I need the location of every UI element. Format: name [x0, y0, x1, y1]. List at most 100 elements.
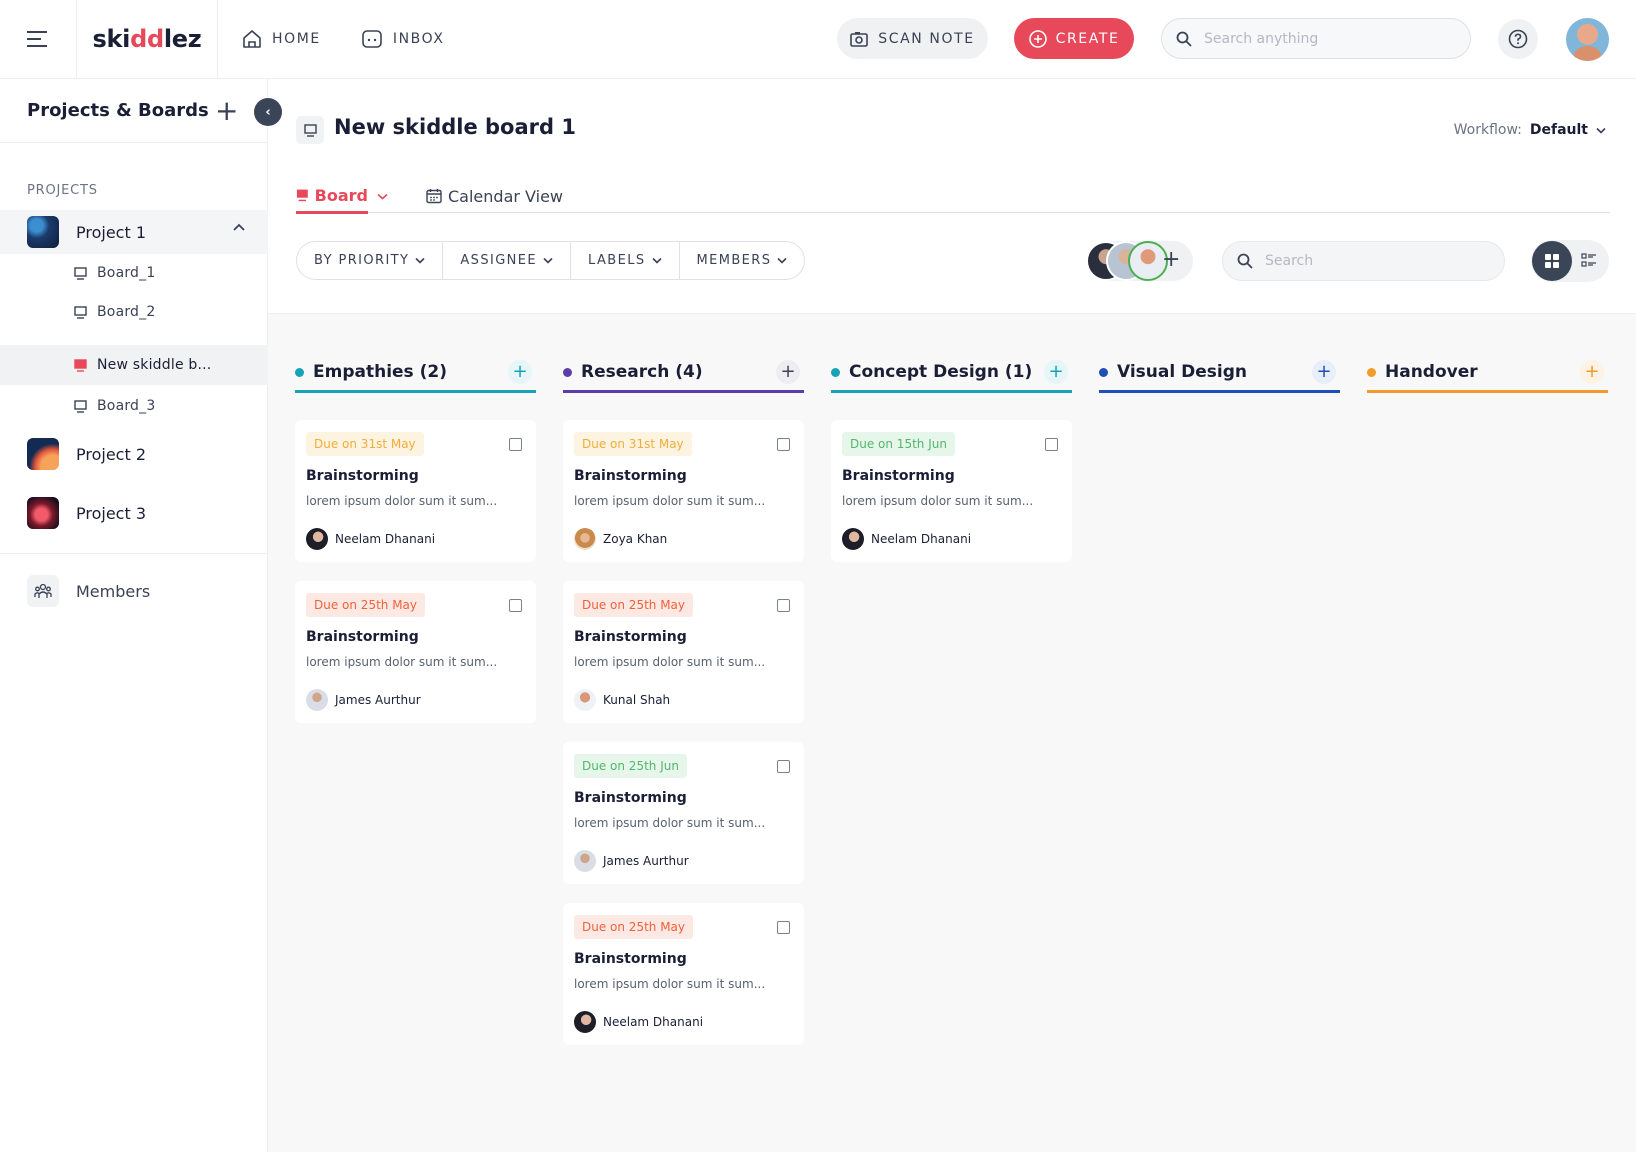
sidebar-board-3[interactable]: Board_3	[0, 386, 268, 426]
global-search-input[interactable]: Search anything	[1161, 18, 1471, 59]
due-badge: Due on 25th May	[574, 915, 694, 939]
grid-icon	[1545, 254, 1559, 268]
add-card-button[interactable]: +	[1312, 360, 1336, 384]
view-toggle	[1531, 240, 1609, 282]
card-checkbox[interactable]	[509, 438, 522, 451]
nav-home-label: HOME	[272, 31, 321, 47]
filter-label: LABELS	[588, 253, 646, 268]
sidebar-project-label: Project 3	[76, 503, 147, 523]
card-checkbox[interactable]	[777, 599, 790, 612]
add-card-button[interactable]: +	[1044, 360, 1068, 384]
assignee-name: James Aurthur	[335, 693, 421, 707]
column-underline	[563, 390, 804, 393]
avatar	[842, 528, 864, 550]
workflow-value: Default	[1529, 122, 1588, 138]
card-checkbox[interactable]	[777, 438, 790, 451]
task-card[interactable]: Due on 15th Jun Brainstorming lorem ipsu…	[831, 420, 1072, 562]
assignee-name: Neelam Dhanani	[335, 532, 436, 546]
column-header: Empathies (2) +	[295, 352, 536, 392]
project-thumbnail	[27, 438, 59, 470]
inbox-icon	[362, 30, 382, 48]
collapse-sidebar-button[interactable]: ‹	[254, 98, 282, 126]
logo[interactable]: ski dd lez	[77, 0, 218, 79]
task-card[interactable]: Due on 25th Jun Brainstorming lorem ipsu…	[563, 742, 804, 884]
column-dot	[295, 367, 304, 377]
filter-labels[interactable]: LABELS	[571, 242, 680, 279]
filter-assignee[interactable]: ASSIGNEE	[443, 242, 572, 279]
board-icon	[296, 189, 308, 202]
add-card-button[interactable]: +	[508, 360, 532, 384]
tab-board[interactable]: Board	[296, 179, 368, 214]
chevron-down-icon	[651, 257, 662, 264]
card-description: lorem ipsum dolor sum it sum...	[574, 494, 766, 508]
card-title: Brainstorming	[574, 790, 687, 806]
card-description: lorem ipsum dolor sum it sum...	[306, 655, 498, 669]
tab-calendar[interactable]: Calendar View	[426, 179, 563, 213]
sidebar-header: Projects & Boards + ‹	[0, 79, 282, 143]
task-card[interactable]: Due on 25th May Brainstorming lorem ipsu…	[563, 903, 804, 1045]
card-assignee: James Aurthur	[306, 689, 421, 711]
sidebar-project-3[interactable]: Project 3	[0, 491, 268, 535]
top-bar: ski dd lez HOME INBOX SCAN NOTE CREATE Sea…	[0, 0, 1636, 79]
assignee-name: Neelam Dhanani	[603, 1015, 704, 1029]
help-button[interactable]	[1498, 19, 1538, 59]
projects-section-label: PROJECTS	[27, 183, 98, 198]
card-assignee: Kunal Shah	[574, 689, 670, 711]
sidebar-board-1[interactable]: Board_1	[0, 253, 268, 293]
due-badge: Due on 15th Jun	[842, 432, 955, 456]
due-badge: Due on 25th Jun	[574, 754, 687, 778]
card-checkbox[interactable]	[777, 921, 790, 934]
sidebar: Projects & Boards + ‹ PROJECTS Project 1…	[0, 79, 282, 1152]
task-card[interactable]: Due on 25th May Brainstorming lorem ipsu…	[295, 581, 536, 723]
card-checkbox[interactable]	[777, 760, 790, 773]
project-thumbnail	[27, 216, 59, 248]
card-description: lorem ipsum dolor sum it sum...	[574, 977, 766, 991]
filter-priority[interactable]: BY PRIORITY	[297, 242, 444, 279]
plus-circle-icon	[1028, 29, 1047, 48]
assignee-name: Zoya Khan	[603, 532, 668, 546]
add-card-button[interactable]: +	[1580, 360, 1604, 384]
board-icon	[74, 399, 87, 413]
grid-view-button[interactable]	[1532, 241, 1572, 281]
workflow-selector[interactable]: Workflow: Default	[1454, 122, 1606, 138]
task-card[interactable]: Due on 31st May Brainstorming lorem ipsu…	[563, 420, 804, 562]
members-icon	[27, 575, 59, 607]
board-members-avatars[interactable]: +	[1086, 241, 1193, 281]
assignee-name: Kunal Shah	[603, 693, 671, 707]
add-project-button[interactable]: +	[215, 97, 238, 125]
column-dot	[563, 367, 572, 377]
add-card-button[interactable]: +	[776, 360, 800, 384]
sidebar-members[interactable]: Members	[27, 575, 150, 607]
card-description: lorem ipsum dolor sum it sum...	[306, 494, 498, 508]
menu-button[interactable]	[0, 0, 77, 79]
task-card[interactable]: Due on 31st May Brainstorming lorem ipsu…	[295, 420, 536, 562]
camera-icon	[850, 31, 869, 47]
add-member-button[interactable]: +	[1162, 249, 1180, 271]
assignee-name: Neelam Dhanani	[871, 532, 972, 546]
task-card[interactable]: Due on 25th May Brainstorming lorem ipsu…	[563, 581, 804, 723]
card-checkbox[interactable]	[1045, 438, 1058, 451]
filter-label: BY PRIORITY	[314, 253, 410, 268]
sidebar-project-1[interactable]: Project 1	[0, 210, 268, 254]
list-view-icon[interactable]	[1581, 252, 1597, 268]
chevron-down-icon[interactable]	[377, 193, 388, 200]
sidebar-divider	[0, 553, 268, 554]
sidebar-board-2[interactable]: Board_2	[0, 292, 268, 332]
nav-inbox[interactable]: INBOX	[361, 29, 461, 49]
avatar	[574, 1011, 596, 1033]
filter-members[interactable]: MEMBERS	[680, 242, 805, 279]
chevron-up-icon[interactable]	[232, 222, 246, 232]
kanban-board: Empathies (2) + Due on 31st May Brainsto…	[268, 314, 1636, 1152]
user-avatar[interactable]	[1566, 18, 1609, 61]
board-icon	[74, 266, 87, 280]
sidebar-project-2[interactable]: Project 2	[0, 432, 268, 476]
create-button[interactable]: CREATE	[1014, 18, 1134, 59]
nav-home[interactable]: HOME	[242, 29, 337, 49]
chevron-down-icon	[1596, 127, 1606, 134]
card-description: lorem ipsum dolor sum it sum...	[842, 494, 1034, 508]
scan-note-button[interactable]: SCAN NOTE	[837, 18, 988, 59]
sidebar-title: Projects & Boards	[27, 100, 209, 121]
card-checkbox[interactable]	[509, 599, 522, 612]
board-search-input[interactable]: Search	[1222, 241, 1505, 281]
sidebar-board-new-skiddle[interactable]: New skiddle b...	[0, 345, 268, 385]
